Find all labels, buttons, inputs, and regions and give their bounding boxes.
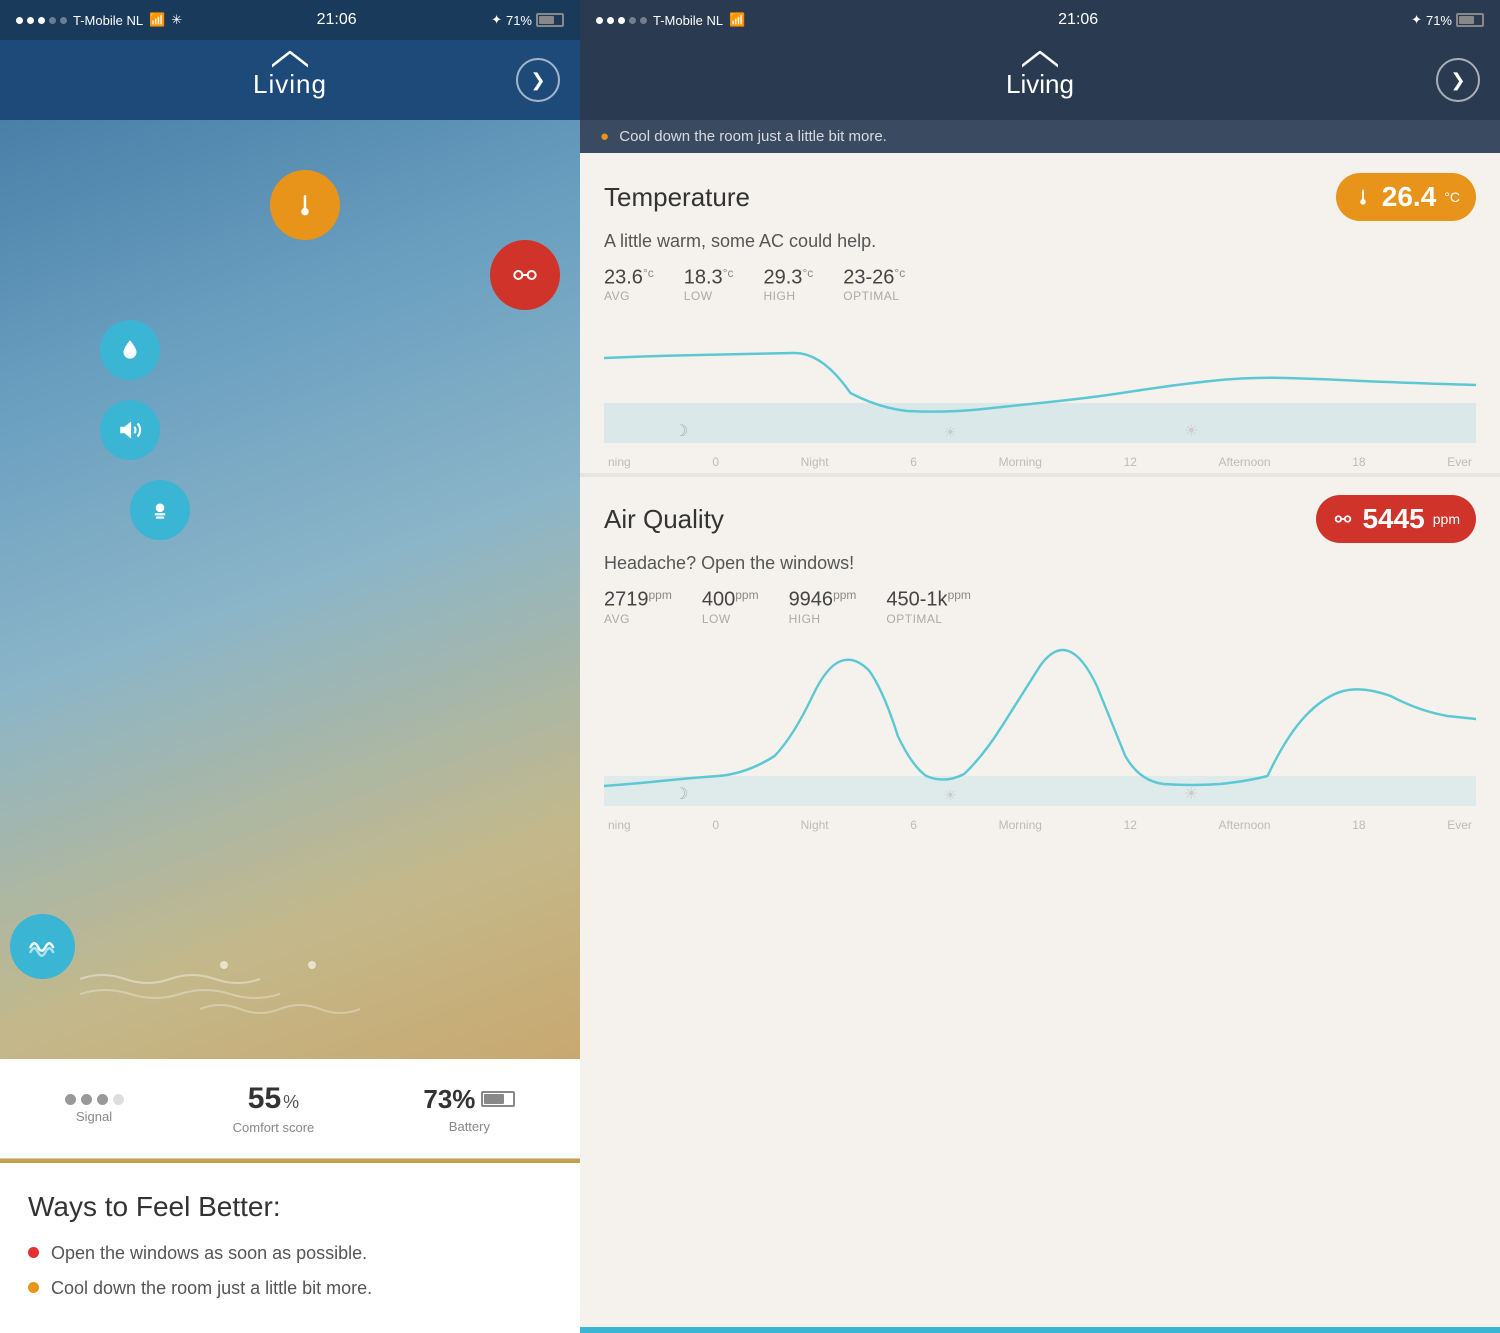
ways-section: Ways to Feel Better: Open the windows as…: [0, 1163, 580, 1333]
wave-dots: [220, 961, 316, 969]
ways-item-1: Open the windows as soon as possible.: [28, 1243, 552, 1264]
carrier-left: T-Mobile NL: [73, 13, 143, 28]
battery-pct-left: 71%: [506, 13, 532, 28]
battery-value: 73%: [423, 1084, 475, 1115]
notification-bar: ● Cool down the room just a little bit m…: [580, 120, 1500, 153]
temp-chart-axis: ning 0 Night 6 Morning 12 Afternoon 18 E…: [604, 455, 1476, 469]
sun-icon-1: ☀: [944, 424, 957, 441]
right-header-title: Living: [1006, 69, 1074, 100]
co2-sensor-icon[interactable]: [490, 240, 560, 310]
airquality-section: Air Quality 5445 ppm Headache? Open the …: [580, 477, 1500, 1327]
left-main-area: [0, 120, 580, 1059]
temp-stat-optimal: 23-26°c OPTIMAL: [843, 266, 905, 303]
bottom-blue-bar: [580, 1327, 1500, 1333]
aq-badge-value: 5445: [1362, 503, 1424, 535]
wifi-icon-left: 📶: [149, 12, 165, 28]
ways-item-2-text: Cool down the room just a little bit mor…: [51, 1278, 372, 1299]
temperature-section: Temperature 26.4 °C A little warm, some …: [580, 153, 1500, 473]
right-header: Living ❯: [580, 40, 1500, 120]
comfort-label: Comfort score: [233, 1120, 315, 1135]
battery-label: Battery: [449, 1119, 490, 1134]
time-left: 21:06: [317, 11, 357, 29]
aq-sun-icon-2: ☀: [1184, 784, 1198, 804]
aq-chart: ☽ ☀ ☀ ning 0 Night 6 Morning 12 Afternoo…: [604, 636, 1476, 836]
house-icon-left: [272, 48, 308, 68]
left-header: Living ❯: [0, 40, 580, 120]
notification-text: Cool down the room just a little bit mor…: [619, 128, 887, 145]
right-panel: T-Mobile NL 📶 21:06 ✦ 71% Living ❯ ● Coo…: [580, 0, 1500, 1333]
aq-stat-avg: 2719ppm AVG: [604, 588, 672, 625]
aq-description: Headache? Open the windows!: [604, 553, 1476, 574]
aq-stat-optimal: 450-1kppm OPTIMAL: [886, 588, 971, 625]
light-sensor-icon[interactable]: [130, 480, 190, 540]
wifi-icon-right: 📶: [729, 12, 745, 28]
comfort-unit: %: [283, 1092, 299, 1113]
carrier-right: T-Mobile NL: [653, 13, 723, 28]
left-status-bar: T-Mobile NL 📶 ✳ 21:06 ✦ 71%: [0, 0, 580, 40]
right-nav-button[interactable]: ❯: [1436, 58, 1480, 102]
aq-stat-low: 400ppm LOW: [702, 588, 759, 625]
temp-stats-row: 23.6°c AVG 18.3°c LOW 29.3°c HIGH 23-26°…: [604, 266, 1476, 303]
stats-bar: Signal 55 % Comfort score 73% Battery: [0, 1059, 580, 1159]
aq-sun-icon-1: ☀: [944, 787, 957, 804]
right-status-bar: T-Mobile NL 📶 21:06 ✦ 71%: [580, 0, 1500, 40]
wave-decoration-3: [200, 999, 360, 1019]
battery-icon-right: [1456, 13, 1484, 27]
battery-icon-left: [536, 13, 564, 27]
signal-label: Signal: [76, 1109, 112, 1124]
left-header-title: Living: [253, 69, 327, 100]
humidity-sensor-icon[interactable]: [100, 320, 160, 380]
aq-moon-icon: ☽: [674, 784, 688, 804]
thermometer-badge-icon: [1352, 186, 1374, 208]
bluetooth-icon-left: ✦: [491, 12, 502, 28]
temp-chart-svg: [604, 313, 1476, 443]
sun-icon-2: ☀: [1184, 421, 1198, 441]
ways-item-2: Cool down the room just a little bit mor…: [28, 1278, 552, 1299]
comfort-value: 55: [248, 1082, 281, 1116]
bluetooth-icon-right: ✦: [1411, 12, 1422, 28]
temp-description: A little warm, some AC could help.: [604, 231, 1476, 252]
ways-item-1-text: Open the windows as soon as possible.: [51, 1243, 367, 1264]
moon-icon: ☽: [674, 421, 688, 441]
aq-badge-unit: ppm: [1433, 511, 1460, 527]
temp-chart: ☽ ☀ ☀ ning 0 Night 6 Morning 12 Afternoo…: [604, 313, 1476, 473]
aq-chart-svg: [604, 636, 1476, 806]
battery-indicator: [481, 1091, 515, 1107]
aq-chart-axis: ning 0 Night 6 Morning 12 Afternoon 18 E…: [604, 818, 1476, 832]
temp-badge-value: 26.4: [1382, 181, 1437, 213]
aq-stats-row: 2719ppm AVG 400ppm LOW 9946ppm HIGH 450-…: [604, 588, 1476, 625]
battery-pct-right: 71%: [1426, 13, 1452, 28]
aq-stat-high: 9946ppm HIGH: [789, 588, 857, 625]
temp-badge: 26.4 °C: [1336, 173, 1476, 221]
temp-badge-unit: °C: [1444, 189, 1460, 205]
time-right: 21:06: [1058, 11, 1098, 29]
house-icon-right: [1022, 48, 1058, 68]
signal-dots: [16, 17, 67, 24]
temp-stat-high: 29.3°c HIGH: [764, 266, 814, 303]
temp-stat-avg: 23.6°c AVG: [604, 266, 654, 303]
ways-title: Ways to Feel Better:: [28, 1191, 552, 1223]
temp-sensor-icon[interactable]: [270, 170, 340, 240]
temp-title: Temperature: [604, 182, 750, 213]
wave-sensor-icon[interactable]: [10, 914, 75, 979]
left-nav-button[interactable]: ❯: [516, 58, 560, 102]
comfort-stat: 55 % Comfort score: [233, 1082, 315, 1135]
bullet-orange: [28, 1282, 39, 1293]
signal-dots-right: [596, 17, 647, 24]
sound-sensor-icon[interactable]: [100, 400, 160, 460]
left-panel: T-Mobile NL 📶 ✳ 21:06 ✦ 71% Living ❯: [0, 0, 580, 1333]
temp-stat-low: 18.3°c LOW: [684, 266, 734, 303]
bullet-red: [28, 1247, 39, 1258]
co2-badge-icon: [1332, 508, 1354, 530]
aq-title: Air Quality: [604, 504, 724, 535]
aq-badge: 5445 ppm: [1316, 495, 1476, 543]
brightness-icon-left: ✳: [171, 12, 182, 28]
signal-stat: Signal: [65, 1094, 124, 1124]
battery-stat: 73% Battery: [423, 1084, 515, 1134]
